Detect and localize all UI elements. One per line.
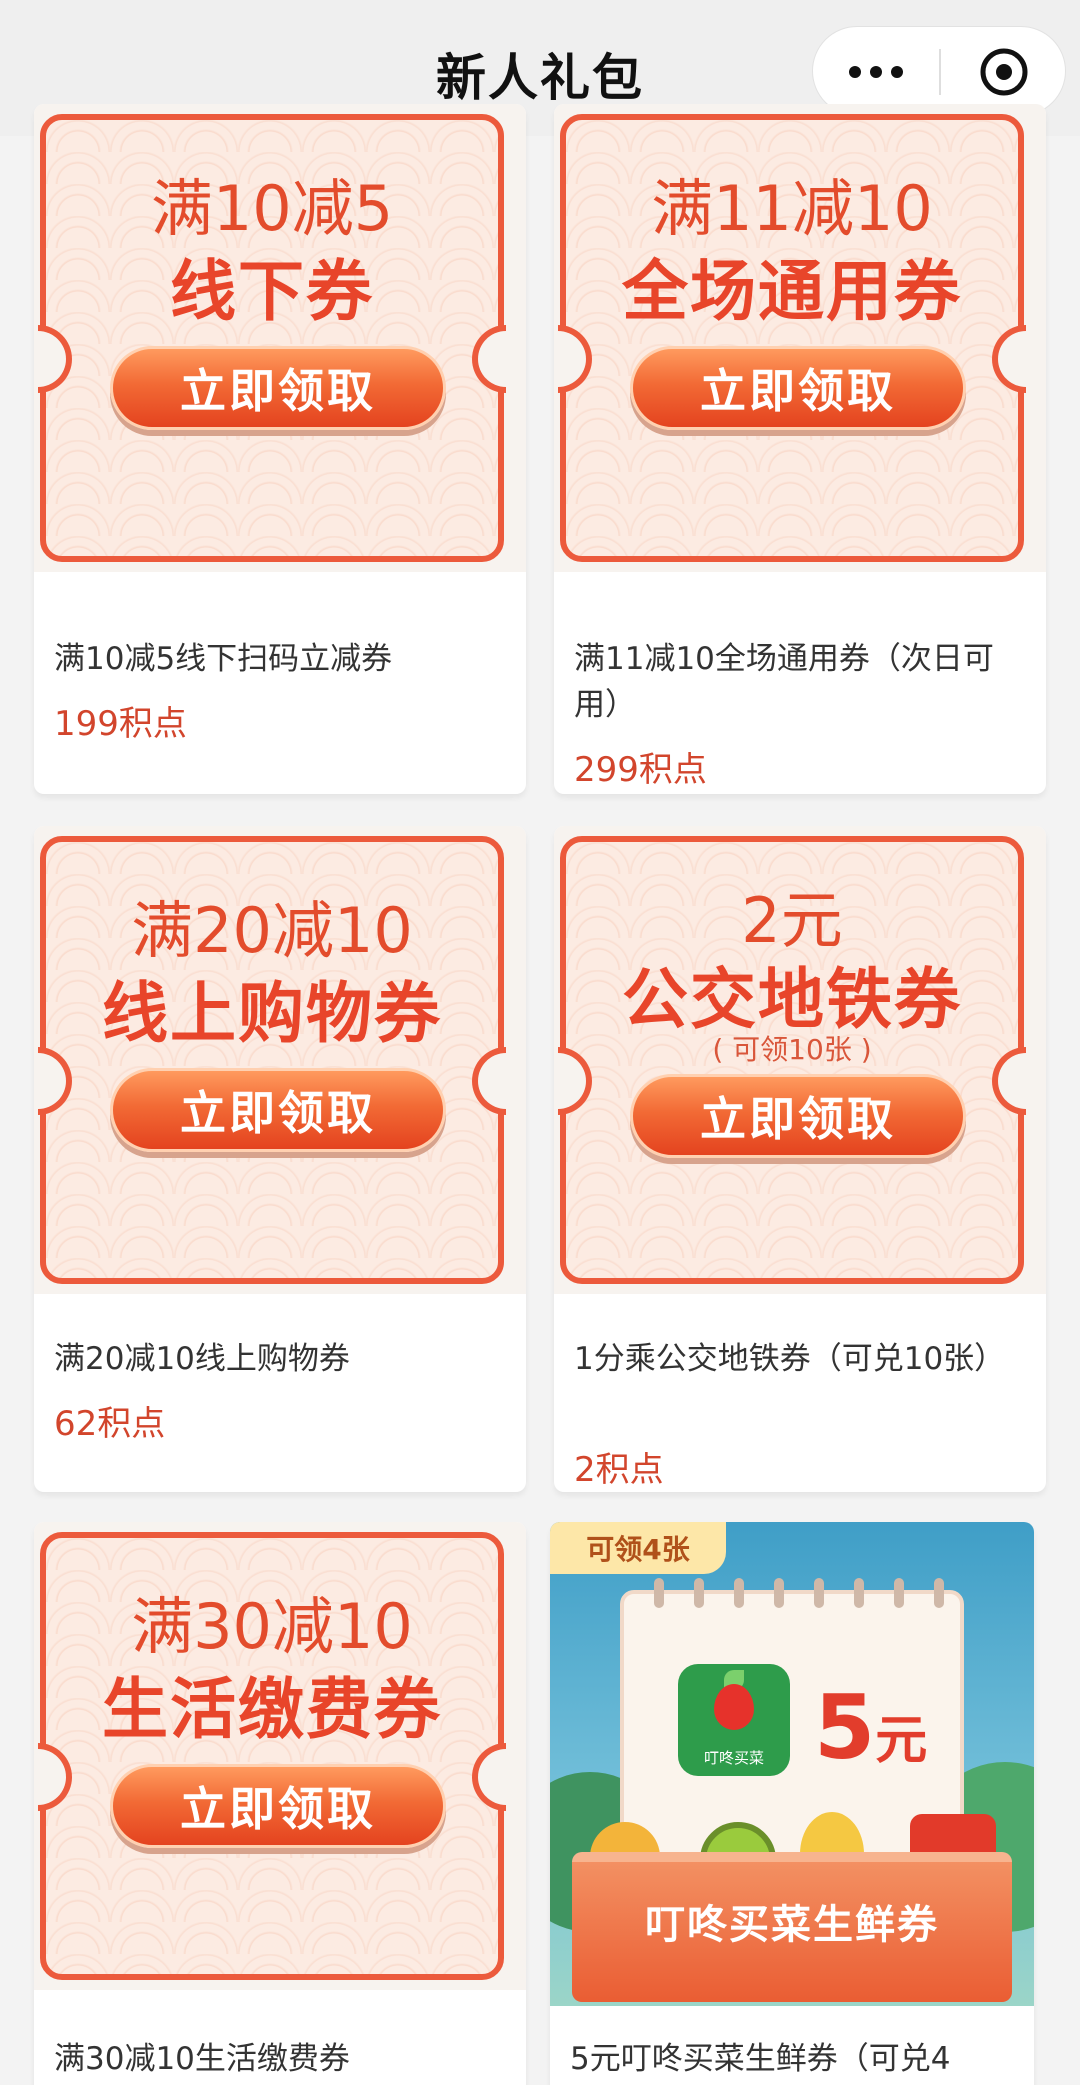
coupon-notch: [558, 325, 592, 393]
coupon-type: 线下券: [170, 253, 374, 330]
basket-label: 叮咚买菜生鲜券: [645, 1902, 939, 1948]
coupon-amount: 满11减10: [651, 172, 933, 245]
claim-button[interactable]: 立即领取: [630, 1074, 966, 1158]
claim-button[interactable]: 立即领取: [110, 1068, 446, 1152]
product-card[interactable]: 满30减10 生活缴费券 立即领取 满30减10生活缴费券: [34, 1522, 526, 2085]
product-card[interactable]: 叮咚买菜 5元 叮咚买菜生鲜券 可领4张 5元叮咚买菜生鲜券（可兑4: [550, 1522, 1034, 2085]
coupon-ticket: 满30减10 生活缴费券 立即领取: [38, 1532, 506, 1980]
dingdong-app-icon: 叮咚买菜: [678, 1664, 790, 1776]
claim-button[interactable]: 立即领取: [630, 346, 966, 430]
coupon-image: 满30减10 生活缴费券 立即领取: [34, 1522, 526, 1990]
calendar-ring: [854, 1578, 864, 1608]
product-points: 62积点: [54, 1404, 166, 1444]
product-title: 满11减10全场通用券（次日可用）: [574, 641, 994, 723]
coupon-note: ( 可领10张 ): [712, 1033, 872, 1066]
coupon-notch: [38, 1743, 72, 1811]
product-title: 满20减10线上购物券: [54, 1341, 350, 1377]
claim-button[interactable]: 立即领取: [110, 1764, 446, 1848]
calendar-ring: [894, 1578, 904, 1608]
product-card[interactable]: 满10减5 线下券 立即领取 满10减5线下扫码立减券 199积点: [34, 104, 526, 794]
coupon-notch: [38, 1047, 72, 1115]
product-card[interactable]: 满20减10 线上购物券 立即领取 满20减10线上购物券 62积点: [34, 826, 526, 1492]
coupon-type: 生活缴费券: [102, 1671, 442, 1748]
coupon-image: 2元 公交地铁券 ( 可领10张 ) 立即领取: [554, 826, 1046, 1294]
coupon-notch: [992, 325, 1026, 393]
calendar-ring: [654, 1578, 664, 1608]
product-card[interactable]: 2元 公交地铁券 ( 可领10张 ) 立即领取 1分乘公交地铁券（可兑10张） …: [554, 826, 1046, 1492]
coupon-image: 满20减10 线上购物券 立即领取: [34, 826, 526, 1294]
calendar-ring: [694, 1578, 704, 1608]
coupon-amount: 满20减10: [131, 894, 413, 967]
product-card[interactable]: 满11减10 全场通用券 立即领取 满11减10全场通用券（次日可用） 299积…: [554, 104, 1046, 794]
quantity-tag: 可领4张: [550, 1522, 726, 1574]
more-dot: [891, 66, 903, 78]
amount-value: 5: [814, 1676, 876, 1779]
coupon-image: 满11减10 全场通用券 立即领取: [554, 104, 1046, 572]
product-title: 满30减10生活缴费券: [54, 2041, 350, 2077]
calendar-ring: [774, 1578, 784, 1608]
mini-program-capsule: [812, 26, 1066, 116]
dingdong-coupon-image: 叮咚买菜 5元 叮咚买菜生鲜券 可领4张: [550, 1522, 1034, 2006]
coupon-ticket: 满11减10 全场通用券 立即领取: [558, 114, 1026, 562]
product-points: 2积点: [574, 1450, 664, 1490]
product-points: 199积点: [54, 704, 187, 744]
product-title: 1分乘公交地铁券（可兑10张）: [574, 1341, 1006, 1377]
coupon-amount: 满10减5: [150, 172, 394, 245]
coupon-notch: [38, 325, 72, 393]
calendar-ring: [814, 1578, 824, 1608]
coupon-type: 线上购物券: [102, 975, 442, 1052]
calendar-ring: [934, 1578, 944, 1608]
coupon-image: 满10减5 线下券 立即领取: [34, 104, 526, 572]
coupon-ticket: 满10减5 线下券 立即领取: [38, 114, 506, 562]
coupon-notch: [472, 1047, 506, 1115]
more-dot: [870, 66, 882, 78]
amount-unit: 元: [875, 1711, 928, 1771]
basket: 叮咚买菜生鲜券: [572, 1852, 1012, 2002]
more-dots-icon: [849, 66, 861, 78]
calendar-ring: [734, 1578, 744, 1608]
product-title: 满10减5线下扫码立减券: [54, 641, 393, 677]
coupon-amount: 满30减10: [131, 1590, 413, 1663]
coupon-ticket: 满20减10 线上购物券 立即领取: [38, 836, 506, 1284]
coupon-amount: 5元: [814, 1676, 927, 1779]
product-title: 5元叮咚买菜生鲜券（可兑4: [570, 2041, 951, 2077]
coupon-type: 全场通用券: [622, 253, 962, 330]
radish-icon: [714, 1684, 754, 1730]
app-name: 叮咚买菜: [703, 1749, 764, 1767]
claim-button[interactable]: 立即领取: [110, 346, 446, 430]
product-points: 299积点: [574, 750, 707, 790]
coupon-notch: [472, 325, 506, 393]
close-circle-icon: [980, 48, 1028, 96]
coupon-notch: [472, 1743, 506, 1811]
coupon-ticket: 2元 公交地铁券 ( 可领10张 ) 立即领取: [558, 836, 1026, 1284]
